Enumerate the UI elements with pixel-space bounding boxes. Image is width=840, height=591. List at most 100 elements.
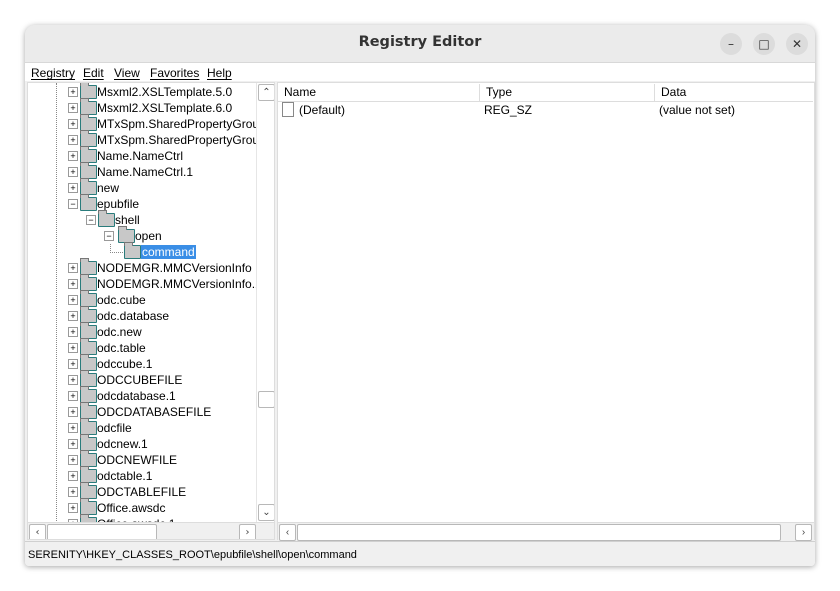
tree-item[interactable]: + odccube.1: [28, 354, 256, 372]
column-header-type[interactable]: Type: [480, 84, 655, 102]
menu-view[interactable]: View: [114, 66, 140, 80]
expand-icon[interactable]: +: [68, 103, 78, 113]
expand-icon[interactable]: +: [68, 263, 78, 273]
expand-icon[interactable]: +: [68, 423, 78, 433]
tree-item[interactable]: + Name.NameCtrl: [28, 146, 256, 164]
tree-item-label: MTxSpm.SharedPropertyGroupManager.1: [97, 133, 274, 147]
tree-item[interactable]: + ODCTABLEFILE: [28, 482, 256, 500]
tree-item-label: odc.cube: [97, 293, 146, 307]
scroll-right-button[interactable]: ›: [795, 524, 812, 541]
folder-icon: [80, 402, 97, 419]
tree-item-label: NODEMGR.MMCVersionInfo.1: [97, 277, 262, 291]
expand-icon[interactable]: +: [68, 375, 78, 385]
expand-icon[interactable]: +: [68, 455, 78, 465]
expand-icon[interactable]: +: [68, 487, 78, 497]
scroll-left-button[interactable]: ‹: [279, 524, 296, 541]
expand-icon[interactable]: +: [68, 295, 78, 305]
tree-item[interactable]: + odc.table: [28, 338, 256, 356]
tree-item-label: new: [97, 181, 120, 195]
menu-help[interactable]: Help: [207, 66, 232, 80]
tree-item-label: open: [135, 229, 162, 243]
column-header-data[interactable]: Data: [655, 84, 813, 102]
scroll-left-button[interactable]: ‹: [29, 524, 46, 539]
expand-icon[interactable]: +: [68, 135, 78, 145]
window-title: Registry Editor: [358, 34, 482, 50]
tree-item[interactable]: + odcdatabase.1: [28, 386, 256, 404]
expand-icon[interactable]: +: [68, 151, 78, 161]
collapse-icon[interactable]: −: [68, 199, 78, 209]
tree-item[interactable]: + Name.NameCtrl.1: [28, 162, 256, 180]
collapse-icon[interactable]: −: [86, 215, 96, 225]
list-horizontal-scrollbar[interactable]: ‹ ›: [278, 522, 814, 541]
minimize-button[interactable]: –: [720, 33, 742, 55]
folder-icon: [80, 83, 97, 99]
tree-item-label: ODCDATABASEFILE: [97, 405, 212, 419]
menu-registry[interactable]: Registry: [31, 66, 75, 80]
column-header-name[interactable]: Name: [278, 84, 480, 102]
expand-icon[interactable]: +: [68, 471, 78, 481]
tree-item-label: odcnew.1: [97, 437, 148, 451]
tree-item[interactable]: + MTxSpm.SharedPropertyGroupManager: [28, 114, 274, 132]
tree-item[interactable]: − open: [28, 226, 256, 244]
tree-item[interactable]: command: [28, 242, 256, 260]
maximize-button[interactable]: □: [753, 33, 775, 55]
scroll-right-button[interactable]: ›: [239, 524, 256, 539]
tree-item[interactable]: + odcfile: [28, 418, 256, 436]
h-scroll-thumb[interactable]: [47, 524, 157, 539]
tree-item[interactable]: − shell: [28, 210, 256, 228]
tree-item[interactable]: + ODCCUBEFILE: [28, 370, 256, 388]
tree-item-label: Msxml2.XSLTemplate.5.0: [97, 85, 233, 99]
tree-item[interactable]: + odcnew.1: [28, 434, 256, 452]
tree-vertical-scrollbar[interactable]: ⌃ ⌄: [256, 83, 274, 523]
menu-edit[interactable]: Edit: [83, 66, 104, 80]
expand-icon[interactable]: +: [68, 359, 78, 369]
registry-editor-window: Registry Editor – □ ✕ Registry Edit View…: [25, 25, 815, 566]
menu-favorites[interactable]: Favorites: [150, 66, 199, 80]
tree-item[interactable]: − epubfile: [28, 194, 256, 212]
expand-icon[interactable]: +: [68, 87, 78, 97]
tree-item[interactable]: + ODCDATABASEFILE: [28, 402, 256, 420]
tree-item-label: ODCNEWFILE: [97, 453, 178, 467]
tree-item[interactable]: + Msxml2.XSLTemplate.5.0: [28, 83, 256, 100]
scroll-down-button[interactable]: ⌄: [258, 504, 274, 521]
expand-icon[interactable]: +: [68, 183, 78, 193]
tree-item[interactable]: + ODCNEWFILE: [28, 450, 256, 468]
tree-item[interactable]: + odc.database: [28, 306, 256, 324]
tree-item-label: odc.table: [97, 341, 146, 355]
scroll-up-button[interactable]: ⌃: [258, 84, 274, 101]
tree-item[interactable]: + NODEMGR.MMCVersionInfo: [28, 258, 256, 276]
expand-icon[interactable]: +: [68, 311, 78, 321]
expand-icon[interactable]: +: [68, 167, 78, 177]
expand-icon[interactable]: +: [68, 503, 78, 513]
folder-icon: [80, 450, 97, 467]
expand-icon[interactable]: +: [68, 391, 78, 401]
expand-icon[interactable]: +: [68, 279, 78, 289]
expand-icon[interactable]: +: [68, 119, 78, 129]
folder-icon: [80, 386, 97, 403]
values-list: Name Type Data (Default) REG_SZ (value n…: [277, 82, 815, 541]
tree-item[interactable]: + NODEMGR.MMCVersionInfo.1: [28, 274, 262, 292]
scroll-thumb[interactable]: [258, 391, 274, 408]
list-row[interactable]: (Default) REG_SZ (value not set): [282, 102, 802, 118]
tree-item[interactable]: + Msxml2.XSLTemplate.6.0: [28, 98, 256, 116]
tree-item[interactable]: + odctable.1: [28, 466, 256, 484]
expand-icon[interactable]: +: [68, 343, 78, 353]
folder-icon: [80, 354, 97, 371]
tree-item[interactable]: + new: [28, 178, 256, 196]
collapse-icon[interactable]: −: [104, 231, 114, 241]
folder-icon: [80, 194, 97, 211]
tree-item[interactable]: + odc.cube: [28, 290, 256, 308]
tree-item[interactable]: + Office.awsdc: [28, 498, 256, 516]
value-type: REG_SZ: [484, 103, 533, 117]
expand-icon[interactable]: +: [68, 407, 78, 417]
close-button[interactable]: ✕: [786, 33, 808, 55]
tree-item[interactable]: + MTxSpm.SharedPropertyGroupManager.1: [28, 130, 274, 148]
key-tree: + Msxml2.XSLTemplate.5.0 + Msxml2.XSLTempla…: [27, 82, 275, 540]
folder-icon: [80, 178, 97, 195]
expand-icon[interactable]: +: [68, 327, 78, 337]
tree-item-label: odctable.1: [97, 469, 153, 483]
tree-horizontal-scrollbar[interactable]: ‹ ›: [28, 522, 274, 539]
expand-icon[interactable]: +: [68, 439, 78, 449]
h-scroll-thumb[interactable]: [297, 524, 781, 541]
tree-item[interactable]: + odc.new: [28, 322, 256, 340]
